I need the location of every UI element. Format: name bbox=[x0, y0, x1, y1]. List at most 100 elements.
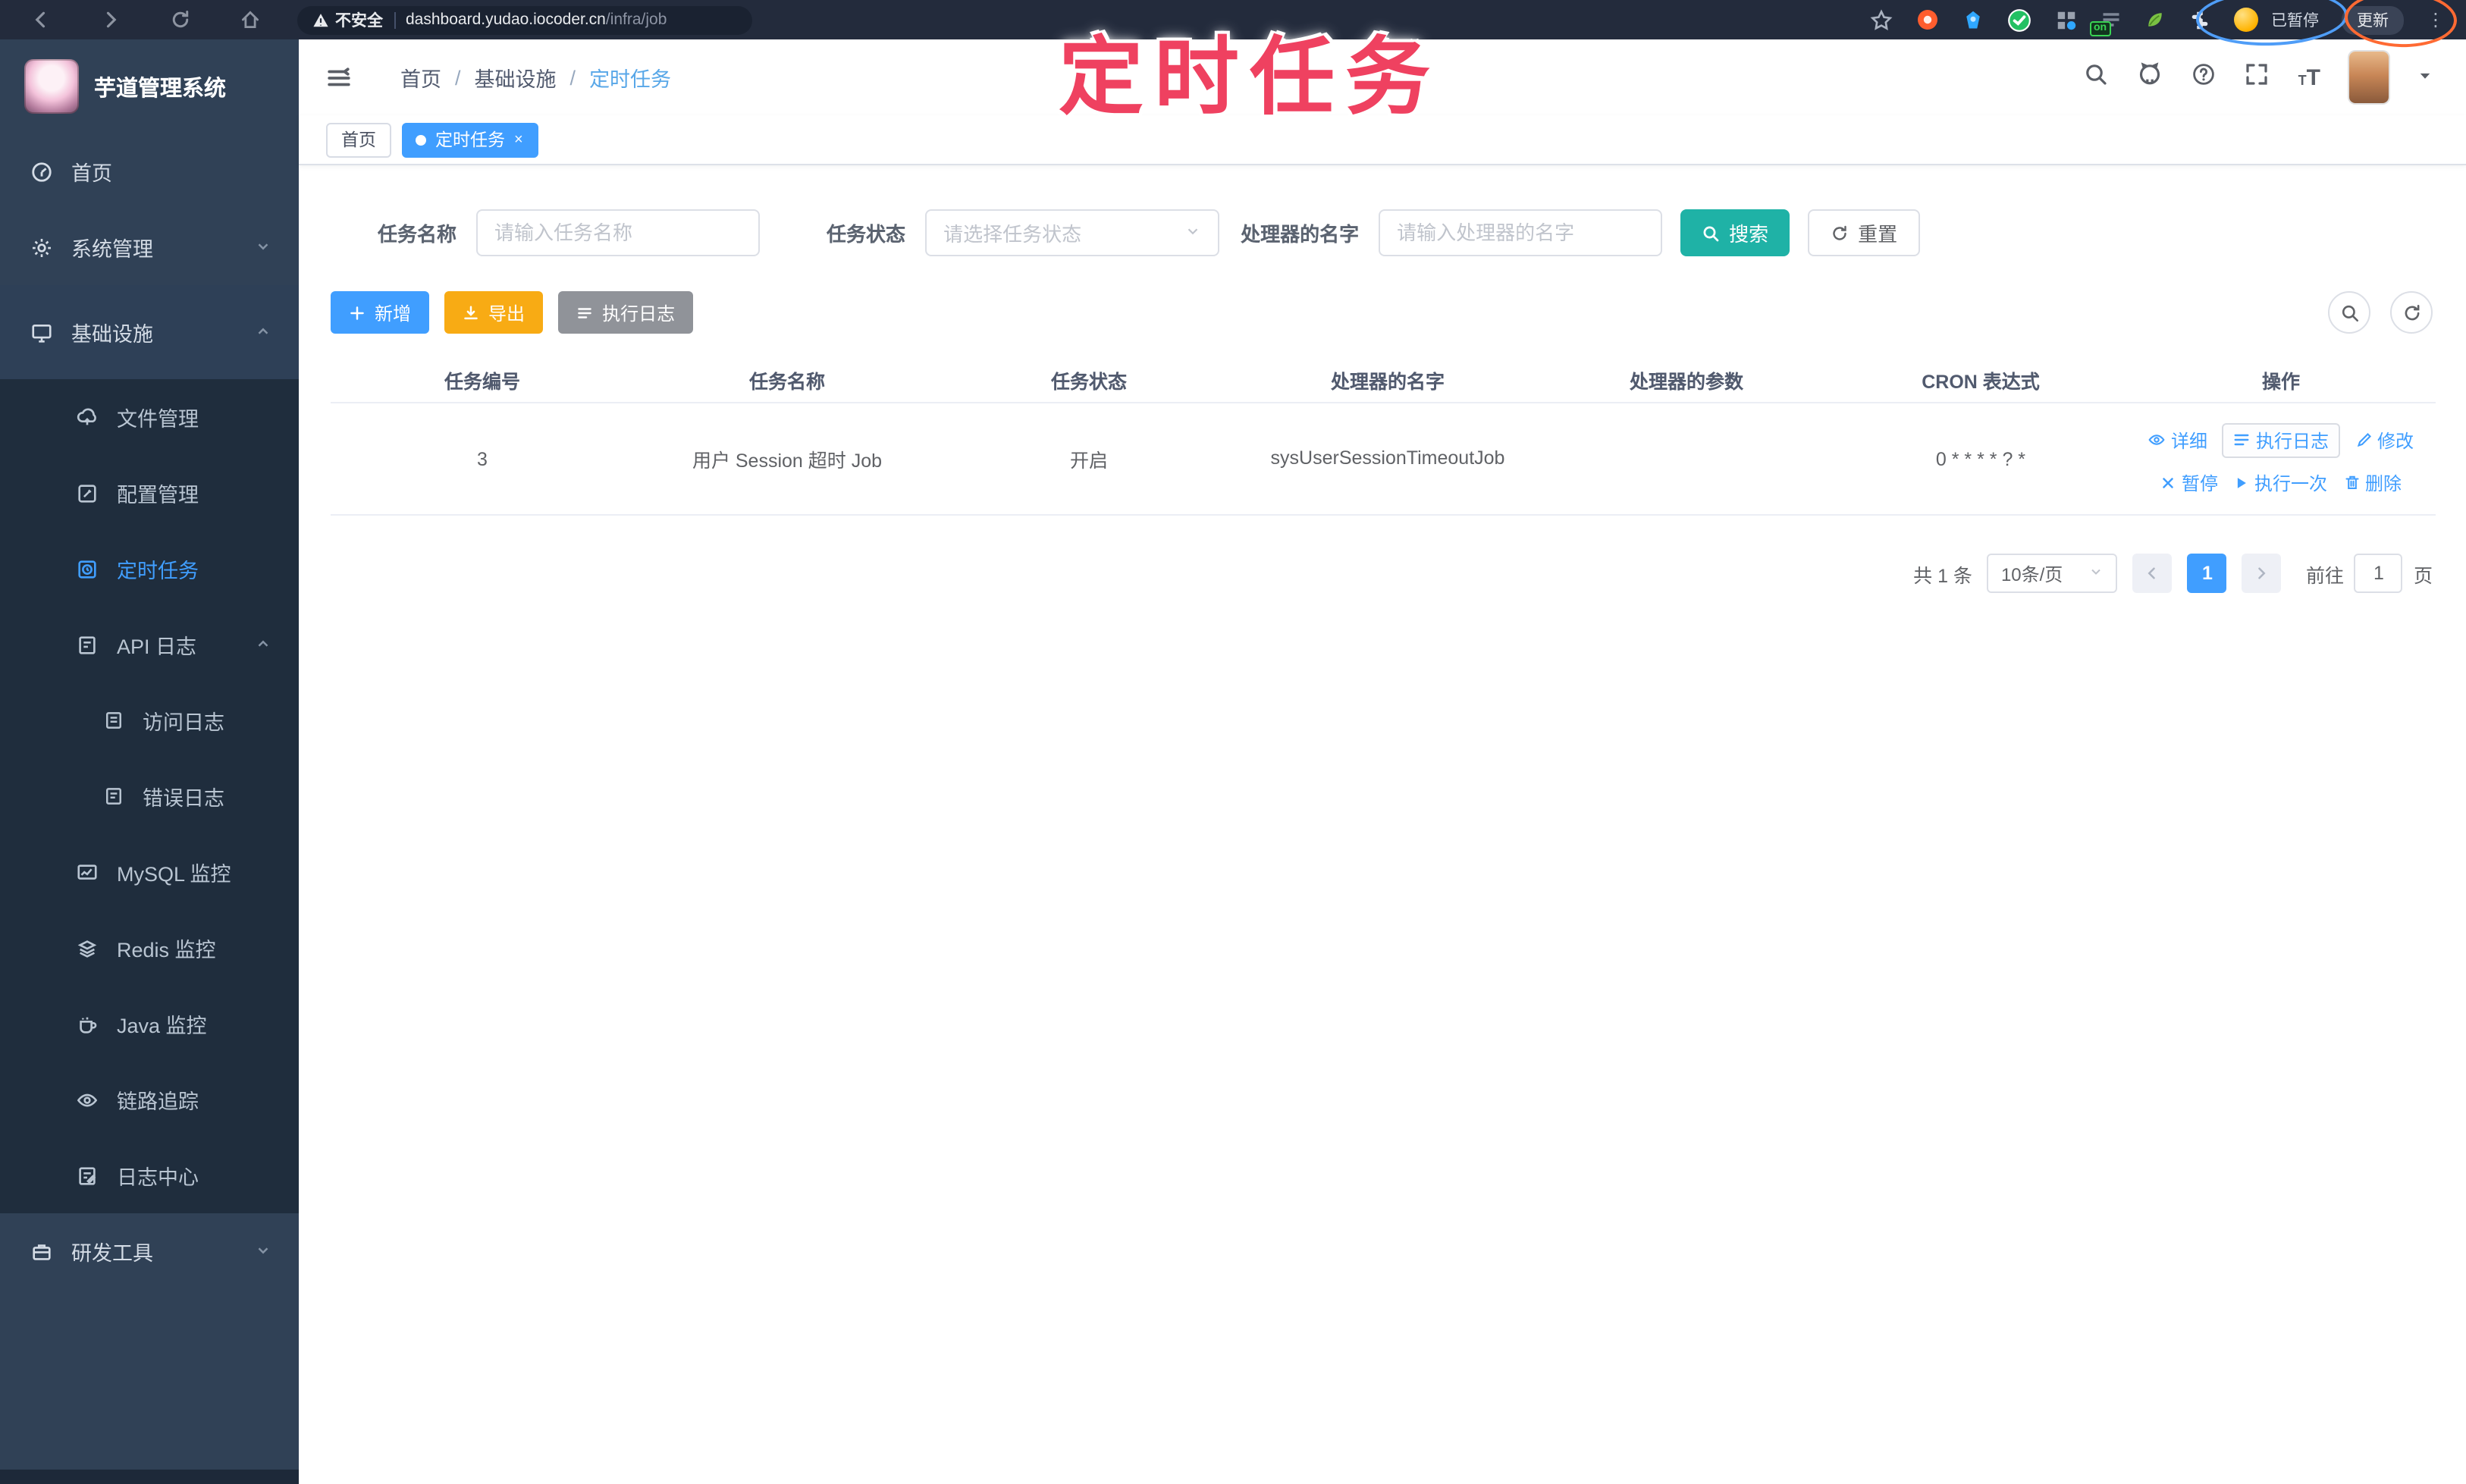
profile-emoji-avatar bbox=[2233, 8, 2257, 32]
job-name-input[interactable] bbox=[476, 209, 761, 256]
address-bar[interactable]: 不安全 dashboard.yudao.iocoder.cn/infra/job bbox=[297, 5, 752, 34]
action-delete-link[interactable]: 删除 bbox=[2342, 469, 2402, 495]
sidebar-item-api-log[interactable]: API 日志 bbox=[0, 607, 299, 682]
header-font-size-button[interactable]: TT bbox=[2298, 66, 2320, 89]
cell-actions: 详细 执行日志 修改 暂停 执行一次 删除 bbox=[2126, 422, 2436, 495]
header-help-button[interactable] bbox=[2192, 61, 2217, 93]
page-number-1[interactable]: 1 bbox=[2187, 554, 2227, 593]
add-button[interactable]: 新增 bbox=[331, 291, 430, 334]
extension-leaf-button[interactable] bbox=[2144, 9, 2165, 30]
sidebar-item-trace[interactable]: 链路追踪 bbox=[0, 1062, 299, 1137]
handler-name-label: 处理器的名字 bbox=[1241, 223, 1360, 246]
action-edit-link[interactable]: 修改 bbox=[2355, 427, 2414, 453]
app-title: 芋道管理系统 bbox=[94, 77, 226, 101]
extension-orange-button[interactable] bbox=[1915, 8, 1939, 32]
prev-page-button[interactable] bbox=[2132, 554, 2173, 593]
column-header-job-name: 任务名称 bbox=[748, 372, 825, 393]
goto-page-input[interactable] bbox=[2354, 554, 2403, 593]
coffee-cup-icon bbox=[80, 1016, 97, 1033]
screen: 不安全 dashboard.yudao.iocoder.cn/infra/job… bbox=[0, 0, 2466, 1484]
toggle-search-button[interactable] bbox=[2328, 291, 2370, 334]
sidebar-item-java-monitor[interactable]: Java 监控 bbox=[0, 986, 299, 1062]
sidebar-item-label: MySQL 监控 bbox=[117, 863, 231, 886]
browser-back-button[interactable] bbox=[30, 9, 52, 30]
search-icon bbox=[2341, 304, 2358, 322]
cell-handler-name: sysUserSessionTimeoutJob bbox=[1270, 447, 1505, 469]
tab-scheduled-jobs[interactable]: 定时任务 × bbox=[402, 122, 538, 157]
header-fullscreen-button[interactable] bbox=[2245, 61, 2270, 93]
sidebar-item-dev-tools[interactable]: 研发工具 bbox=[0, 1213, 299, 1289]
app-logo-row[interactable]: 芋道管理系统 bbox=[0, 39, 299, 133]
browser-forward-button[interactable] bbox=[100, 9, 121, 30]
next-page-button[interactable] bbox=[2242, 554, 2282, 593]
execution-log-button[interactable]: 执行日志 bbox=[558, 291, 694, 334]
breadcrumb-home[interactable]: 首页 bbox=[400, 62, 441, 93]
sidebar-item-label: 系统管理 bbox=[71, 238, 153, 261]
extension-green-button[interactable] bbox=[2006, 7, 2031, 33]
job-name-label: 任务名称 bbox=[378, 223, 457, 246]
jobs-table: 任务编号 任务名称 任务状态 处理器的名字 处理器的参数 CRON 表达式 操作… bbox=[331, 358, 2436, 516]
breadcrumb-infrastructure[interactable]: 基础设施 bbox=[475, 62, 557, 93]
profile-paused-badge[interactable] bbox=[2233, 8, 2257, 32]
cloud-upload-icon bbox=[77, 407, 96, 425]
handler-name-input[interactable] bbox=[1379, 209, 1663, 256]
browser-update-button[interactable]: 更新 bbox=[2342, 5, 2404, 34]
sidebar-item-label: API 日志 bbox=[117, 635, 197, 658]
job-status-placeholder: 请选择任务状态 bbox=[943, 223, 1082, 246]
bookmark-star-button[interactable] bbox=[1869, 8, 1892, 31]
sidebar-collapse-button[interactable] bbox=[326, 64, 352, 90]
action-run-once-link[interactable]: 执行一次 bbox=[2233, 469, 2327, 495]
sidebar-filler bbox=[0, 1289, 299, 1470]
action-label: 详细 bbox=[2170, 430, 2207, 451]
sidebar-item-label: 访问日志 bbox=[143, 711, 224, 734]
sidebar-item-infrastructure[interactable]: 基础设施 bbox=[0, 285, 299, 379]
sidebar-item-config-management[interactable]: 配置管理 bbox=[0, 455, 299, 531]
reset-button-label: 重置 bbox=[1858, 223, 1898, 246]
sidebar-item-home[interactable]: 首页 bbox=[0, 133, 299, 209]
export-button[interactable]: 导出 bbox=[444, 291, 544, 334]
sidebar-item-scheduled-jobs[interactable]: 定时任务 bbox=[0, 531, 299, 607]
browser-home-button[interactable] bbox=[240, 9, 261, 30]
document-edit-icon bbox=[79, 1166, 96, 1184]
execution-log-button-label: 执行日志 bbox=[602, 303, 676, 324]
refresh-table-button[interactable] bbox=[2390, 291, 2433, 334]
job-status-select[interactable]: 请选择任务状态 bbox=[925, 209, 1220, 256]
header-search-button[interactable] bbox=[2085, 61, 2109, 93]
sidebar-item-mysql-monitor[interactable]: MySQL 监控 bbox=[0, 834, 299, 910]
action-detail-link[interactable]: 详细 bbox=[2148, 427, 2207, 453]
extension-blue-button[interactable] bbox=[1962, 8, 1983, 31]
github-icon bbox=[2140, 62, 2160, 85]
search-button[interactable]: 搜索 bbox=[1680, 209, 1790, 256]
action-exec-log-link[interactable]: 执行日志 bbox=[2222, 422, 2339, 457]
column-header-job-status: 任务状态 bbox=[1050, 372, 1127, 393]
extension-grid-button[interactable] bbox=[2054, 8, 2077, 31]
browser-menu-button[interactable]: ⋮ bbox=[2427, 11, 2445, 29]
sidebar-item-error-log[interactable]: 错误日志 bbox=[0, 758, 299, 834]
app-logo bbox=[24, 59, 79, 114]
sidebar-item-system[interactable]: 系统管理 bbox=[0, 209, 299, 285]
action-label: 执行日志 bbox=[2255, 430, 2329, 451]
sidebar-item-log-center[interactable]: 日志中心 bbox=[0, 1137, 299, 1213]
sidebar-item-access-log[interactable]: 访问日志 bbox=[0, 682, 299, 758]
action-pause-link[interactable]: 暂停 bbox=[2160, 469, 2218, 495]
chevron-down-icon bbox=[1184, 221, 1201, 244]
sidebar-item-redis-monitor[interactable]: Redis 监控 bbox=[0, 910, 299, 986]
user-menu-caret[interactable] bbox=[2417, 64, 2433, 91]
sidebar-item-label: 链路追踪 bbox=[117, 1090, 199, 1113]
column-header-handler-param: 处理器的参数 bbox=[1629, 372, 1743, 393]
chevron-up-icon bbox=[255, 321, 271, 344]
page-size-select[interactable]: 10条/页 bbox=[1987, 554, 2118, 593]
annotation-title: 定时任务 bbox=[1059, 29, 1441, 124]
user-avatar[interactable] bbox=[2349, 52, 2389, 103]
header-github-button[interactable] bbox=[2138, 61, 2163, 94]
briefcase-icon bbox=[33, 1244, 51, 1260]
extension-list-button[interactable]: on bbox=[2089, 9, 2121, 36]
sidebar-item-file-management[interactable]: 文件管理 bbox=[0, 379, 299, 455]
page-content: 任务名称 任务状态 请选择任务状态 处理器的名字 搜索 bbox=[299, 165, 2466, 1484]
reset-button[interactable]: 重置 bbox=[1808, 209, 1921, 256]
back-arrow-icon bbox=[35, 11, 45, 28]
browser-reload-button[interactable] bbox=[170, 9, 191, 30]
tab-close-icon[interactable]: × bbox=[514, 131, 523, 148]
extensions-puzzle-button[interactable] bbox=[2188, 8, 2210, 31]
tab-home[interactable]: 首页 bbox=[326, 122, 391, 157]
